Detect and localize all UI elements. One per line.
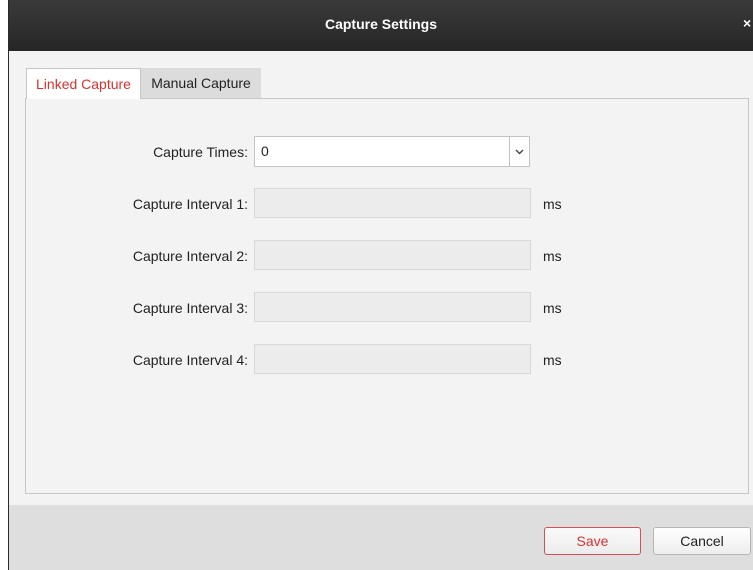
capture-times-value: 0 — [261, 143, 269, 159]
dialog-footer: Save Cancel — [9, 505, 753, 570]
capture-interval-4-unit: ms — [543, 352, 562, 368]
capture-interval-1-unit: ms — [543, 196, 562, 212]
capture-interval-4-field[interactable] — [254, 344, 531, 374]
capture-interval-2-field[interactable] — [254, 240, 531, 270]
capture-interval-3-unit: ms — [543, 300, 562, 316]
tab-linked-capture[interactable]: Linked Capture — [26, 68, 141, 99]
chevron-down-icon[interactable] — [509, 137, 529, 166]
dialog-title: Capture Settings — [324, 16, 437, 32]
capture-interval-2-unit: ms — [543, 248, 562, 264]
dialog-body: Linked Capture Manual Capture Capture Ti… — [9, 51, 753, 505]
linked-capture-panel: Capture Times: 0 Capture Interval 1: ms — [25, 98, 749, 494]
capture-interval-3-label: Capture Interval 3: — [132, 300, 248, 316]
capture-interval-4-label: Capture Interval 4: — [132, 352, 248, 368]
cancel-button[interactable]: Cancel — [653, 527, 751, 555]
tab-manual-capture[interactable]: Manual Capture — [141, 68, 261, 98]
title-bar: Capture Settings × — [9, 0, 753, 51]
capture-interval-2-label: Capture Interval 2: — [132, 248, 248, 264]
capture-interval-1-label: Capture Interval 1: — [132, 196, 248, 212]
capture-times-label: Capture Times: — [153, 144, 248, 160]
capture-settings-dialog: Capture Settings × Linked Capture Manual… — [8, 0, 753, 570]
save-button[interactable]: Save — [544, 527, 641, 555]
tab-bar: Linked Capture Manual Capture — [26, 68, 261, 99]
close-icon[interactable]: × — [743, 15, 753, 31]
capture-interval-3-field[interactable] — [254, 292, 531, 322]
capture-times-select[interactable]: 0 — [254, 136, 530, 167]
capture-interval-1-field[interactable] — [254, 188, 531, 218]
